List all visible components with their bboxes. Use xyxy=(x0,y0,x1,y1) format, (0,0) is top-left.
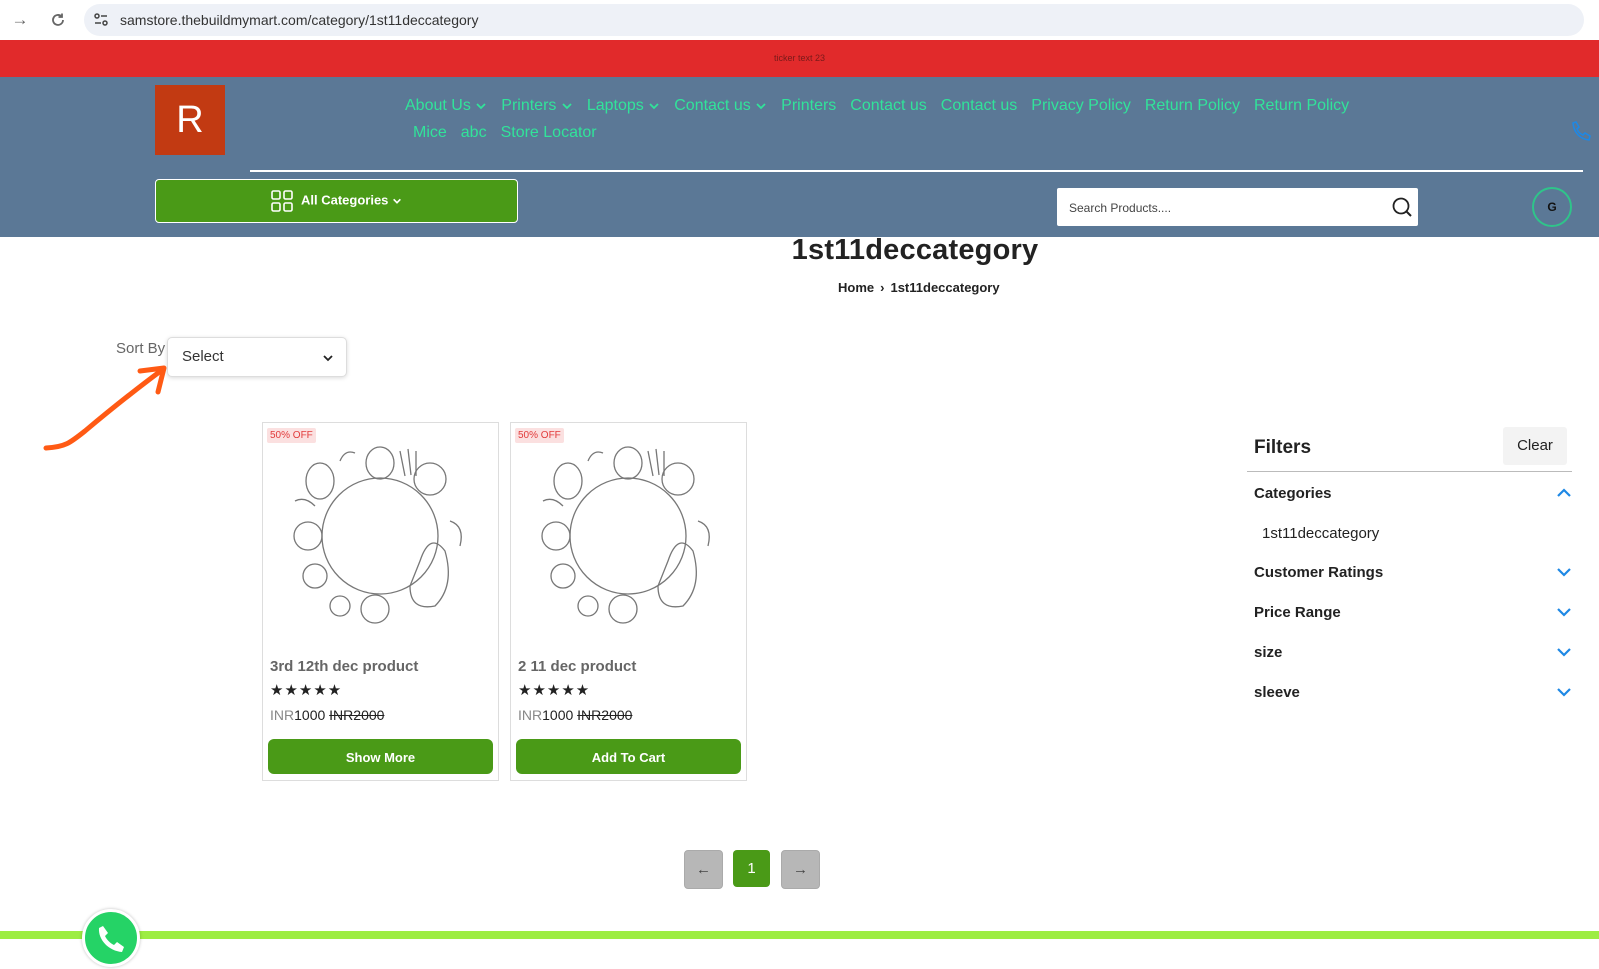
pagination-page-1[interactable]: 1 xyxy=(733,850,770,887)
product-name[interactable]: 3rd 12th dec product xyxy=(270,658,418,675)
sort-select[interactable]: Select xyxy=(167,337,347,377)
filter-section-label: Price Range xyxy=(1254,604,1341,621)
currency-label: INR xyxy=(270,707,295,723)
show-more-button[interactable]: Show More xyxy=(268,739,493,774)
current-price: 1000 xyxy=(542,707,574,723)
chevron-down-icon xyxy=(562,103,572,110)
add-to-cart-button[interactable]: Add To Cart xyxy=(516,739,741,774)
menu-item-contact-us-2[interactable]: Contact us xyxy=(850,97,926,115)
menu-item-store-locator[interactable]: Store Locator xyxy=(501,124,597,142)
filter-section-customer-ratings[interactable]: Customer Ratings xyxy=(1254,564,1572,581)
menu-item-printers-2[interactable]: Printers xyxy=(781,97,836,115)
browser-toolbar: → samstore.thebuildmymart.com/category/1… xyxy=(0,0,1599,41)
filters-title: Filters xyxy=(1254,437,1312,458)
sort-label: Sort By xyxy=(116,340,166,357)
grid-icon xyxy=(271,190,293,212)
ticker-text: ticker text 23 xyxy=(773,53,826,63)
annotation-arrow-icon xyxy=(43,365,167,451)
filter-section-label: size xyxy=(1254,644,1283,661)
forward-icon[interactable]: → xyxy=(8,8,32,32)
menu-item-printers[interactable]: Printers xyxy=(501,97,573,115)
filter-section-size[interactable]: size xyxy=(1254,644,1572,661)
menu-item-about-us[interactable]: About Us xyxy=(405,97,487,115)
filter-section-label: Customer Ratings xyxy=(1254,564,1384,581)
filter-section-price-range[interactable]: Price Range xyxy=(1254,604,1572,621)
breadcrumb-separator-icon: › xyxy=(880,280,885,295)
current-price: 1000 xyxy=(294,707,326,723)
footer-strip xyxy=(0,931,1599,939)
rating-stars: ★★★★★ xyxy=(270,682,343,699)
user-avatar[interactable]: G xyxy=(1532,187,1572,227)
page-title: 1st11deccategory xyxy=(791,234,1039,266)
pagination-prev-button[interactable]: ← xyxy=(684,850,723,889)
filter-section-label: Categories xyxy=(1254,485,1332,502)
filter-option-category[interactable]: 1st11deccategory xyxy=(1262,525,1379,542)
rating-stars: ★★★★★ xyxy=(518,682,591,699)
address-bar[interactable]: samstore.thebuildmymart.com/category/1st… xyxy=(84,4,1584,36)
all-categories-label: All Categories xyxy=(301,192,389,208)
site-header: R About Us Printers Laptops Contact us P… xyxy=(0,77,1599,237)
header-divider xyxy=(250,170,1583,172)
reload-icon[interactable] xyxy=(46,8,70,32)
chevron-down-icon xyxy=(393,198,401,204)
chevron-down-icon xyxy=(756,103,766,110)
sort-value: Select xyxy=(182,348,224,365)
search-icon[interactable] xyxy=(1391,196,1413,218)
menu-item-return-policy-2[interactable]: Return Policy xyxy=(1254,97,1349,115)
breadcrumb: Home › 1st11deccategory xyxy=(838,280,1000,295)
menu-item-laptops[interactable]: Laptops xyxy=(587,97,660,115)
phone-icon[interactable] xyxy=(1570,119,1594,143)
filter-section-sleeve[interactable]: sleeve xyxy=(1254,684,1572,701)
currency-label: INR xyxy=(518,707,543,723)
menu-item-contact-us[interactable]: Contact us xyxy=(674,97,767,115)
chevron-down-icon[interactable] xyxy=(1556,604,1572,620)
menu-item-privacy-policy[interactable]: Privacy Policy xyxy=(1031,97,1131,115)
chevron-down-icon[interactable] xyxy=(1556,644,1572,660)
chevron-down-icon xyxy=(476,103,486,110)
original-price: INR2000 xyxy=(577,707,633,723)
whatsapp-icon[interactable] xyxy=(82,909,140,967)
filter-section-label: sleeve xyxy=(1254,684,1300,701)
product-card[interactable]: 50% OFF 2 11 dec product ★★★★★ INR1000 I… xyxy=(510,422,747,781)
search-box xyxy=(1057,188,1418,228)
search-input[interactable] xyxy=(1067,188,1371,228)
product-image[interactable] xyxy=(280,441,480,636)
filter-section-categories[interactable]: Categories xyxy=(1254,485,1572,502)
product-price: INR1000 INR2000 xyxy=(270,707,384,723)
breadcrumb-current: 1st11deccategory xyxy=(890,280,1000,295)
product-card[interactable]: 50% OFF 3rd 12th dec product ★★★★★ INR10… xyxy=(262,422,499,781)
menu-item-abc[interactable]: abc xyxy=(461,124,487,142)
filters-divider xyxy=(1247,471,1572,472)
breadcrumb-home[interactable]: Home xyxy=(838,280,874,295)
product-image[interactable] xyxy=(528,441,728,636)
url-text[interactable]: samstore.thebuildmymart.com/category/1st… xyxy=(120,12,478,28)
product-name[interactable]: 2 11 dec product xyxy=(518,658,636,675)
all-categories-button[interactable]: All Categories xyxy=(155,179,518,223)
menu-row-2: Mice abc Store Locator xyxy=(413,124,611,142)
announcement-ticker: ticker text 23 xyxy=(0,40,1599,77)
menu-item-contact-us-3[interactable]: Contact us xyxy=(941,97,1017,115)
chevron-down-icon xyxy=(323,355,333,362)
chevron-up-icon[interactable] xyxy=(1556,485,1572,501)
pagination-next-button[interactable]: → xyxy=(781,850,820,889)
site-info-icon[interactable] xyxy=(92,11,110,29)
chevron-down-icon xyxy=(649,103,659,110)
menu-item-mice[interactable]: Mice xyxy=(413,124,447,142)
chevron-down-icon[interactable] xyxy=(1556,684,1572,700)
menu-row-1: About Us Printers Laptops Contact us Pri… xyxy=(405,97,1363,115)
site-logo[interactable]: R xyxy=(155,85,225,155)
original-price: INR2000 xyxy=(329,707,385,723)
product-price: INR1000 INR2000 xyxy=(518,707,632,723)
chevron-down-icon[interactable] xyxy=(1556,564,1572,580)
clear-filters-button[interactable]: Clear xyxy=(1503,427,1567,465)
menu-item-return-policy[interactable]: Return Policy xyxy=(1145,97,1240,115)
